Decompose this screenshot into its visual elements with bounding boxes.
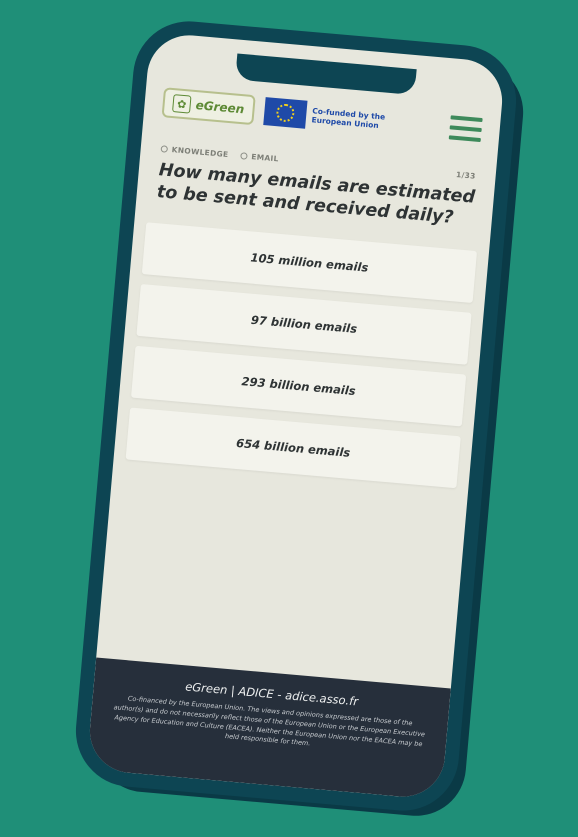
phone-screen: ✿ eGreen Co-funded by the European Union… [86, 31, 506, 801]
breadcrumb-item-email[interactable]: EMAIL [240, 151, 279, 163]
page-footer: eGreen | ADICE - adice.asso.fr Co-financ… [86, 657, 451, 801]
circle-icon [160, 144, 169, 153]
menu-bar [448, 135, 481, 143]
answer-list: 105 million emails 97 billion emails 293… [125, 222, 478, 489]
menu-bar [450, 115, 483, 123]
hamburger-menu-icon[interactable] [448, 115, 483, 143]
eu-stars [275, 103, 295, 123]
menu-bar [449, 125, 482, 133]
phone-frame: ✿ eGreen Co-funded by the European Union… [71, 16, 521, 816]
egreen-logo[interactable]: ✿ eGreen [161, 87, 256, 126]
question-counter: 1/33 [455, 169, 477, 181]
eu-text: Co-funded by the European Union [311, 106, 386, 131]
circle-icon [240, 151, 248, 160]
breadcrumb-label: EMAIL [250, 151, 280, 163]
eu-flag-icon [262, 97, 308, 129]
logo-text: eGreen [195, 98, 245, 117]
breadcrumb-label: KNOWLEDGE [171, 144, 229, 159]
breadcrumb-item-knowledge[interactable]: KNOWLEDGE [160, 144, 229, 159]
eu-cofunded-badge: Co-funded by the European Union [262, 97, 393, 136]
leaf-icon: ✿ [172, 94, 192, 114]
